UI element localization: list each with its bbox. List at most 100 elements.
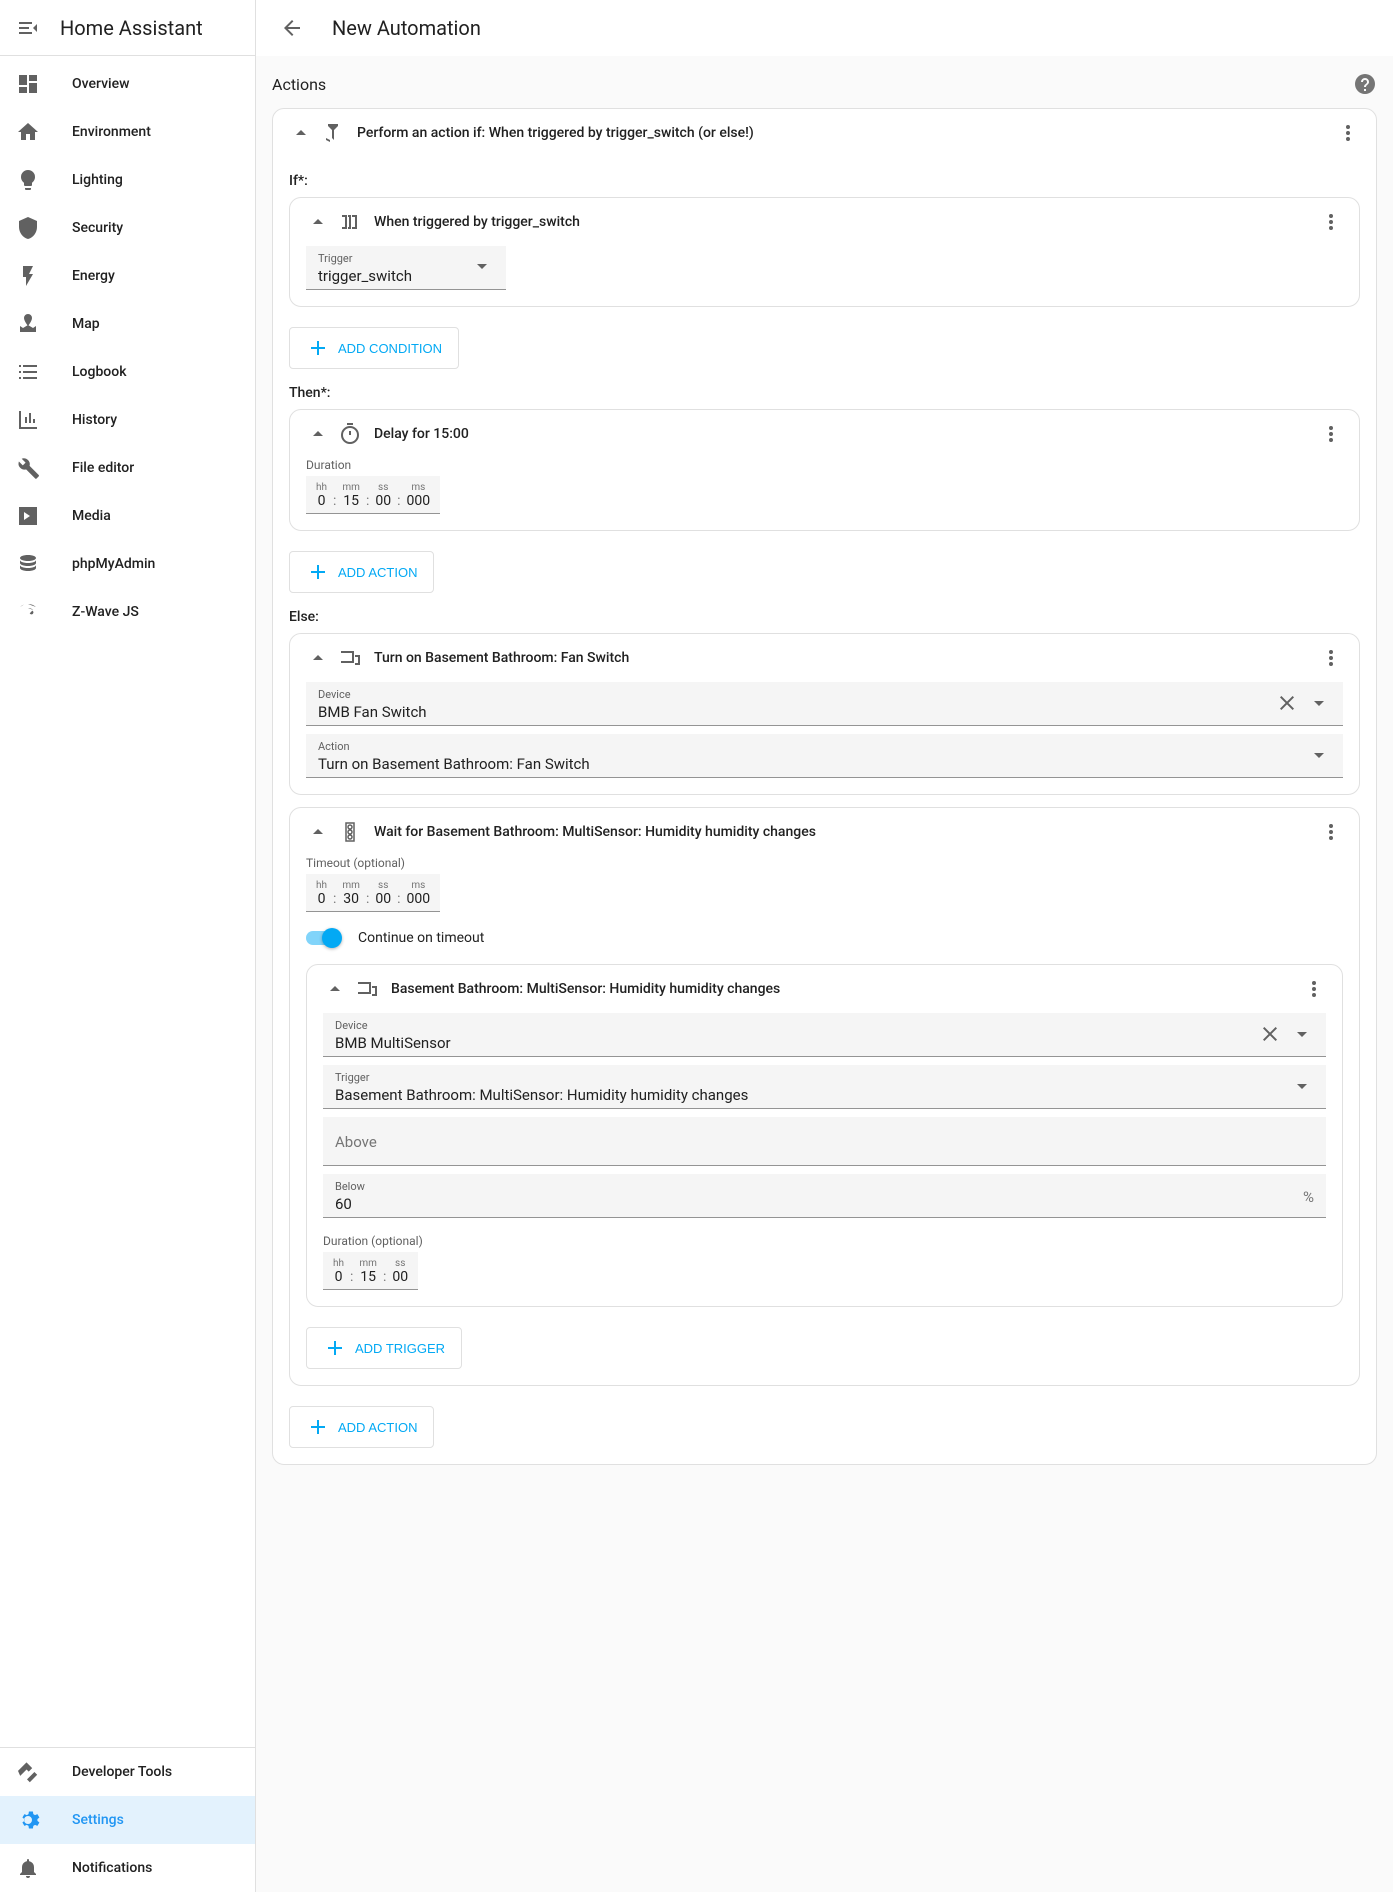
sidebar-item-history[interactable]: History: [0, 396, 255, 444]
sidebar-item-label: Notifications: [72, 1860, 152, 1876]
below-input[interactable]: Below 60 %: [323, 1174, 1326, 1218]
collapse-icon[interactable]: [306, 422, 330, 446]
sidebar-item-notifications[interactable]: Notifications: [0, 1844, 255, 1892]
sidebar-header: Home Assistant: [0, 0, 255, 56]
sidebar-item-zwave[interactable]: Z-Wave JS: [0, 588, 255, 636]
add-trigger-button[interactable]: ADD TRIGGER: [306, 1327, 462, 1369]
more-icon[interactable]: [1319, 646, 1343, 670]
sidebar-item-phpmyadmin[interactable]: phpMyAdmin: [0, 540, 255, 588]
delay-card: Delay for 15:00 Duration hh0 : mm15 :: [289, 409, 1360, 531]
wrench-icon: [16, 456, 40, 480]
collapse-icon[interactable]: [306, 646, 330, 670]
collapse-icon[interactable]: [306, 210, 330, 234]
dropdown-icon: [1290, 1074, 1314, 1102]
trigger-select[interactable]: Trigger trigger_switch: [306, 246, 506, 290]
help-icon[interactable]: [1353, 72, 1377, 96]
more-icon[interactable]: [1319, 210, 1343, 234]
sidebar-item-overview[interactable]: Overview: [0, 60, 255, 108]
sidebar-item-file-editor[interactable]: File editor: [0, 444, 255, 492]
continue-toggle[interactable]: [306, 928, 342, 948]
sidebar-bottom: Developer Tools Settings Notifications: [0, 1747, 255, 1892]
if-label: If*:: [289, 173, 1360, 189]
app-title: Home Assistant: [60, 16, 203, 40]
section-header: Actions: [272, 56, 1377, 108]
sidebar-item-lighting[interactable]: Lighting: [0, 156, 255, 204]
sidebar-item-label: phpMyAdmin: [72, 556, 155, 572]
collapse-icon[interactable]: [306, 820, 330, 844]
page-title: New Automation: [332, 16, 481, 40]
trigger-select[interactable]: Trigger Basement Bathroom: MultiSensor: …: [323, 1065, 1326, 1109]
turn-on-card: Turn on Basement Bathroom: Fan Switch De…: [289, 633, 1360, 795]
card-title: Delay for 15:00: [374, 426, 1319, 442]
sidebar-item-label: Map: [72, 316, 100, 332]
sidebar-item-media[interactable]: Media: [0, 492, 255, 540]
clear-icon[interactable]: [1258, 1022, 1282, 1050]
timeout-input[interactable]: hh0 : mm30 : ss00 : ms000: [306, 874, 440, 912]
menu-collapse-icon[interactable]: [16, 16, 40, 40]
chart-icon: [16, 408, 40, 432]
zwave-icon: [16, 600, 40, 624]
duration-label: Duration: [306, 458, 1343, 472]
card-title: Wait for Basement Bathroom: MultiSensor:…: [374, 824, 1319, 840]
above-input[interactable]: Above: [323, 1117, 1326, 1166]
collapse-icon[interactable]: [289, 121, 313, 145]
back-button[interactable]: [272, 8, 312, 48]
field-value: trigger_switch: [318, 267, 494, 285]
action-card: Perform an action if: When triggered by …: [272, 108, 1377, 1465]
card-title: When triggered by trigger_switch: [374, 214, 1319, 230]
gear-icon: [16, 1808, 40, 1832]
clear-icon[interactable]: [1275, 691, 1299, 719]
dropdown-icon: [470, 254, 494, 282]
sidebar-item-logbook[interactable]: Logbook: [0, 348, 255, 396]
sidebar-item-map[interactable]: Map: [0, 300, 255, 348]
hammer-icon: [16, 1760, 40, 1784]
sidebar-item-label: Security: [72, 220, 123, 236]
duration-input[interactable]: hh0 : mm15 : ss00: [323, 1252, 418, 1290]
sidebar-item-settings[interactable]: Settings: [0, 1796, 255, 1844]
add-action-button[interactable]: ADD ACTION: [289, 1406, 434, 1448]
then-label: Then*:: [289, 385, 1360, 401]
sidebar-item-label: Overview: [72, 76, 129, 92]
duration-input[interactable]: hh0 : mm15 : ss00 : ms000: [306, 476, 440, 514]
device-select[interactable]: Device BMB Fan Switch: [306, 682, 1343, 726]
more-icon[interactable]: [1302, 977, 1326, 1001]
database-icon: [16, 552, 40, 576]
devices-icon: [338, 646, 362, 670]
traffic-icon: [338, 820, 362, 844]
main-header: New Automation: [256, 0, 1393, 56]
condition-card: When triggered by trigger_switch Trigger…: [289, 197, 1360, 307]
map-icon: [16, 312, 40, 336]
action-select[interactable]: Action Turn on Basement Bathroom: Fan Sw…: [306, 734, 1343, 778]
device-select[interactable]: Device BMB MultiSensor: [323, 1013, 1326, 1057]
card-title: Turn on Basement Bathroom: Fan Switch: [374, 650, 1319, 666]
dashboard-icon: [16, 72, 40, 96]
timer-icon: [338, 422, 362, 446]
add-action-button[interactable]: ADD ACTION: [289, 551, 434, 593]
devices-icon: [355, 977, 379, 1001]
more-icon[interactable]: [1319, 820, 1343, 844]
section-title: Actions: [272, 75, 1353, 94]
lightbulb-icon: [16, 168, 40, 192]
unit-suffix: %: [1303, 1188, 1314, 1206]
collapse-icon[interactable]: [323, 977, 347, 1001]
toggle-label: Continue on timeout: [358, 930, 484, 946]
shield-icon: [16, 216, 40, 240]
sidebar-item-devtools[interactable]: Developer Tools: [0, 1748, 255, 1796]
play-icon: [16, 504, 40, 528]
sidebar-item-environment[interactable]: Environment: [0, 108, 255, 156]
more-icon[interactable]: [1336, 121, 1360, 145]
field-label: Trigger: [318, 252, 494, 265]
bell-icon: [16, 1856, 40, 1880]
more-icon[interactable]: [1319, 422, 1343, 446]
humidity-trigger-card: Basement Bathroom: MultiSensor: Humidity…: [306, 964, 1343, 1307]
add-condition-button[interactable]: ADD CONDITION: [289, 327, 459, 369]
sidebar-item-label: Environment: [72, 124, 151, 140]
sidebar-item-label: Settings: [72, 1812, 124, 1828]
sidebar-item-label: Developer Tools: [72, 1764, 172, 1780]
list-icon: [16, 360, 40, 384]
flash-icon: [16, 264, 40, 288]
sidebar-item-energy[interactable]: Energy: [0, 252, 255, 300]
sidebar-item-label: Z-Wave JS: [72, 604, 139, 620]
dropdown-icon: [1290, 1022, 1314, 1050]
sidebar-item-security[interactable]: Security: [0, 204, 255, 252]
